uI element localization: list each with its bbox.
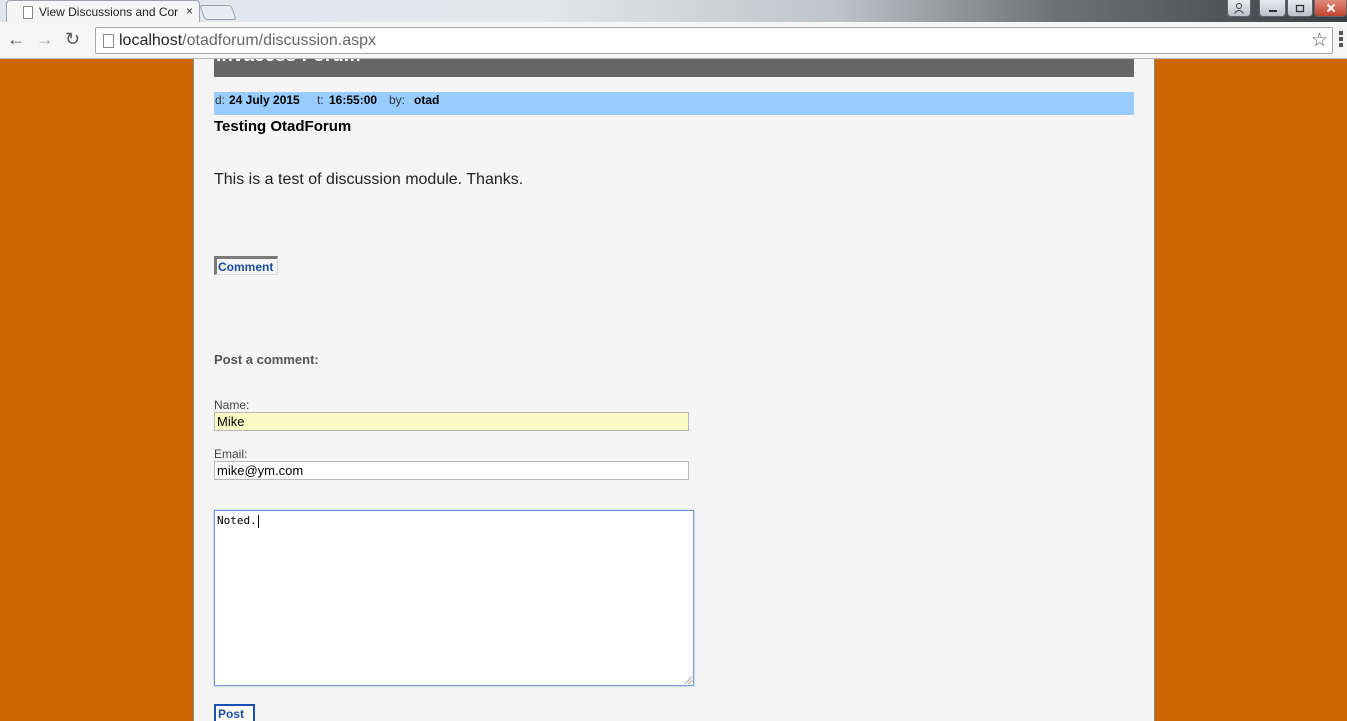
page-viewport: Invacess Forum d: 24 July 2015 t: 16:55:… xyxy=(0,59,1347,721)
resize-grip-icon[interactable] xyxy=(685,677,692,684)
user-icon[interactable] xyxy=(1227,0,1251,17)
post-comment-heading: Post a comment: xyxy=(214,352,319,367)
page-document-icon xyxy=(103,34,114,48)
url-text[interactable]: localhost/otadforum/discussion.aspx xyxy=(119,32,376,50)
comment-text: Noted. xyxy=(217,514,257,527)
forward-arrow-icon[interactable]: → xyxy=(36,30,54,48)
comment-textarea[interactable]: Noted. xyxy=(214,510,694,686)
text-cursor xyxy=(257,514,259,528)
forum-header-title: Invacess Forum xyxy=(216,59,361,67)
topic-meta-bar: d: 24 July 2015 t: 16:55:00 by: otad xyxy=(214,92,1134,115)
tab-title: View Discussions and Cor xyxy=(39,5,179,19)
url-path: /otadforum/discussion.aspx xyxy=(182,32,377,49)
topic-body: This is a test of discussion module. Tha… xyxy=(214,171,524,188)
forum-header-bar: Invacess Forum xyxy=(214,59,1134,77)
address-bar[interactable]: localhost/otadforum/discussion.aspx ☆ xyxy=(95,27,1333,54)
comment-button[interactable]: Comment xyxy=(214,256,278,275)
close-icon[interactable] xyxy=(1314,0,1347,17)
document-icon xyxy=(23,6,33,19)
maximize-icon[interactable] xyxy=(1287,0,1313,17)
browser-tab[interactable]: View Discussions and Cor × xyxy=(6,0,200,23)
browser-toolbar: ← → ↻ localhost/otadforum/discussion.asp… xyxy=(0,22,1347,59)
email-field[interactable]: mike@ym.com xyxy=(214,461,689,480)
url-host: localhost xyxy=(119,32,183,49)
menu-icon[interactable] xyxy=(1339,31,1343,49)
new-tab-button[interactable] xyxy=(199,5,237,20)
name-field[interactable]: Mike xyxy=(214,412,689,431)
author-value: otad xyxy=(414,93,440,107)
time-label: t: xyxy=(317,93,324,107)
back-arrow-icon[interactable]: ← xyxy=(7,30,25,48)
window-titlebar: View Discussions and Cor × xyxy=(0,0,1347,23)
author-label: by: xyxy=(389,93,406,107)
bookmark-star-icon[interactable]: ☆ xyxy=(1311,29,1328,52)
tab-close-icon[interactable]: × xyxy=(186,4,193,18)
minimize-icon[interactable] xyxy=(1259,0,1286,17)
date-value: 24 July 2015 xyxy=(229,93,300,107)
reload-icon[interactable]: ↻ xyxy=(65,30,80,48)
date-label: d: xyxy=(215,93,226,107)
name-label: Name: xyxy=(214,398,250,412)
post-button[interactable]: Post xyxy=(214,704,255,721)
email-label: Email: xyxy=(214,447,248,461)
topic-title: Testing OtadForum xyxy=(214,118,352,135)
time-value: 16:55:00 xyxy=(329,93,378,107)
content-panel: Invacess Forum d: 24 July 2015 t: 16:55:… xyxy=(193,59,1155,721)
